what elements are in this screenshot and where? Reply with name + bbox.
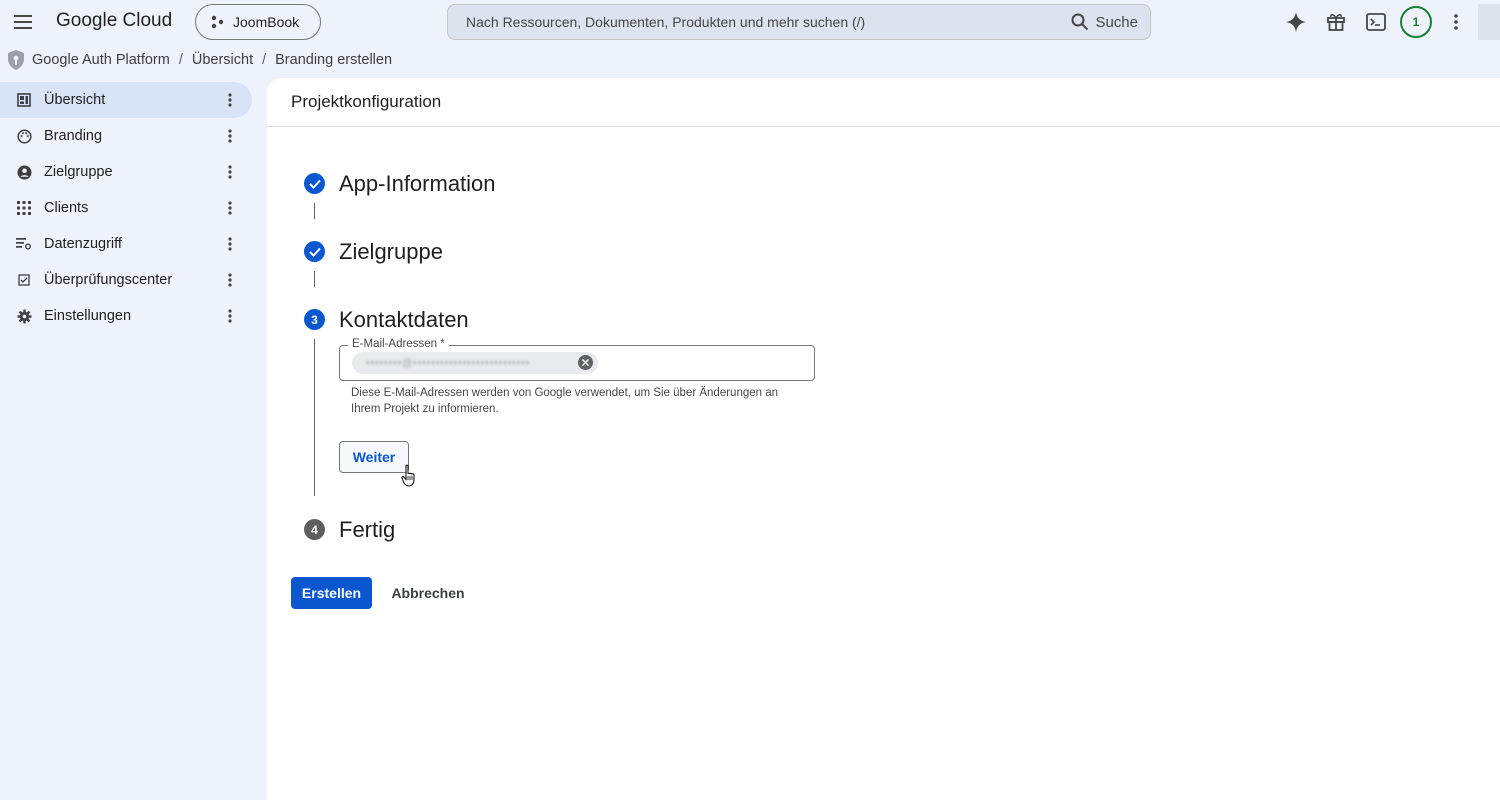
sidebar-item-data-access[interactable]: Datenzugriff <box>0 226 252 262</box>
search-button[interactable]: Suche <box>1071 13 1150 31</box>
close-icon <box>582 359 589 366</box>
kebab-menu-icon[interactable] <box>220 306 240 326</box>
sidebar-item-label: Branding <box>44 128 103 144</box>
kebab-menu-icon[interactable] <box>220 198 240 218</box>
divider <box>267 126 1500 127</box>
cancel-button[interactable]: Abbrechen <box>382 577 474 609</box>
notification-badge: 1 <box>1400 6 1432 38</box>
step-finish[interactable]: Fertig <box>339 517 395 543</box>
breadcrumb-google-auth-platform[interactable]: Google Auth Platform <box>32 52 170 68</box>
dashboard-icon <box>16 92 32 108</box>
step-connector <box>314 203 315 219</box>
kebab-menu-icon[interactable] <box>220 162 240 182</box>
project-name: JoomBook <box>233 14 300 30</box>
breadcrumb: Google Auth Platform / Übersicht / Brand… <box>6 48 392 72</box>
step-check-icon <box>304 241 325 262</box>
more-options-button[interactable] <box>1436 4 1476 40</box>
email-field-label: E-Mail-Adressen * <box>348 338 449 350</box>
hand-cursor-icon <box>401 464 415 487</box>
search-icon <box>1071 13 1089 31</box>
kebab-menu-icon[interactable] <box>220 234 240 254</box>
kebab-menu-icon <box>1454 14 1458 30</box>
main-panel: Projektkonfiguration App-Information Zie… <box>267 78 1500 800</box>
sidebar-item-label: Überprüfungscenter <box>44 272 173 288</box>
sidebar-item-label: Zielgruppe <box>44 164 113 180</box>
gemini-button[interactable] <box>1276 4 1316 40</box>
email-helper-text: Diese E-Mail-Adressen werden von Google … <box>351 387 779 415</box>
sidebar-item-label: Clients <box>44 200 89 216</box>
step-check-icon <box>304 173 325 194</box>
account-circle-icon <box>16 164 32 180</box>
gear-icon <box>16 308 32 324</box>
breadcrumb-separator: / <box>178 52 183 68</box>
create-button[interactable]: Erstellen <box>291 577 372 609</box>
chip-remove-button[interactable] <box>578 355 593 370</box>
notifications-button[interactable]: 1 <box>1396 4 1436 40</box>
project-picker-button[interactable]: JoomBook <box>195 4 321 40</box>
sparkle-icon <box>1286 12 1306 32</box>
breadcrumb-overview[interactable]: Übersicht <box>192 52 253 68</box>
top-bar: Google Cloud JoomBook Nach Ressourcen, D… <box>0 0 1500 44</box>
step-app-information[interactable]: App-Information <box>339 171 496 197</box>
apps-grid-icon <box>16 200 32 216</box>
sidebar-item-label: Einstellungen <box>44 308 132 324</box>
step-number-badge: 3 <box>304 309 325 330</box>
search-bar[interactable]: Nach Ressourcen, Dokumenten, Produkten u… <box>447 4 1151 40</box>
breadcrumb-branding-create: Branding erstellen <box>275 52 393 68</box>
step-contact-details[interactable]: Kontaktdaten <box>339 307 469 333</box>
email-chip-value: ••••••••@•••••••••••••••••••••••••• <box>366 357 531 369</box>
breadcrumb-separator: / <box>262 52 267 68</box>
sidebar-item-verification-center[interactable]: Überprüfungscenter <box>0 262 252 298</box>
step-number-badge: 4 <box>304 519 325 540</box>
sidebar-item-overview[interactable]: Übersicht <box>0 82 252 118</box>
gift-button[interactable] <box>1316 4 1356 40</box>
sidebar-item-settings[interactable]: Einstellungen <box>0 298 252 334</box>
top-actions: 1 <box>1276 4 1500 40</box>
email-addresses-field[interactable]: E-Mail-Adressen * ••••••••@•••••••••••••… <box>339 338 815 381</box>
sidebar: Übersicht Branding Zielgruppe Clients Da… <box>0 82 252 334</box>
project-icon <box>211 15 224 29</box>
sidebar-item-label: Übersicht <box>44 92 106 108</box>
account-avatar[interactable] <box>1478 4 1500 40</box>
sidebar-item-branding[interactable]: Branding <box>0 118 252 154</box>
cloud-shell-button[interactable] <box>1356 4 1396 40</box>
email-chip[interactable]: ••••••••@•••••••••••••••••••••••••• <box>352 352 598 374</box>
page-title: Projektkonfiguration <box>291 92 442 111</box>
kebab-menu-icon[interactable] <box>220 270 240 290</box>
sidebar-item-clients[interactable]: Clients <box>0 190 252 226</box>
sidebar-item-label: Datenzugriff <box>44 236 122 252</box>
kebab-menu-icon[interactable] <box>220 90 240 110</box>
sidebar-item-audience[interactable]: Zielgruppe <box>0 154 252 190</box>
data-filter-icon <box>16 236 32 252</box>
shield-icon <box>8 50 24 70</box>
hamburger-menu-icon <box>14 15 32 29</box>
kebab-menu-icon[interactable] <box>220 126 240 146</box>
step-audience[interactable]: Zielgruppe <box>339 239 443 265</box>
google-cloud-logo[interactable]: Google Cloud <box>56 10 172 32</box>
verify-checkbox-icon <box>16 272 32 288</box>
palette-icon <box>16 128 32 144</box>
terminal-icon <box>1366 13 1386 31</box>
step-connector <box>314 271 315 287</box>
continue-button[interactable]: Weiter <box>339 441 409 473</box>
gift-icon <box>1327 14 1345 31</box>
step-connector <box>314 339 315 496</box>
search-input[interactable]: Nach Ressourcen, Dokumenten, Produkten u… <box>466 14 1071 30</box>
main-menu-button[interactable] <box>10 9 36 35</box>
search-button-label: Suche <box>1095 13 1138 31</box>
